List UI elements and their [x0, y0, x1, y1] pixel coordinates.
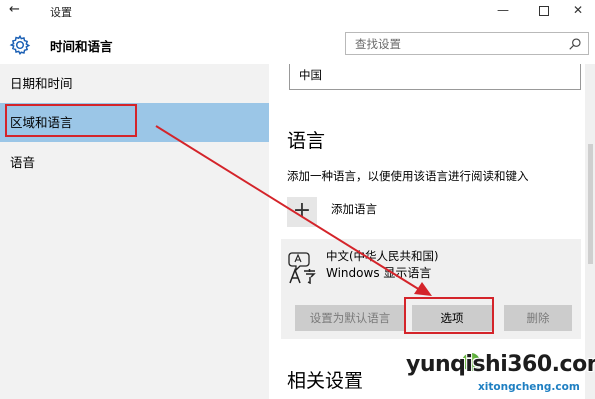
- language-description: 添加一种语言，以便使用该语言进行阅读和键入: [287, 169, 529, 183]
- highlight-options-button: [404, 297, 494, 334]
- related-settings-heading: 相关设置: [287, 370, 364, 392]
- title-bar: ← 设置 — ✕: [0, 0, 595, 22]
- set-default-language-button[interactable]: 设置为默认语言: [295, 305, 405, 331]
- scrollbar-thumb[interactable]: [588, 144, 593, 264]
- watermark-text: yunqishi360.com: [406, 352, 595, 377]
- close-button[interactable]: ✕: [561, 0, 595, 22]
- maximize-icon: [539, 5, 549, 16]
- search-box[interactable]: [345, 32, 589, 55]
- sidebar-item-speech[interactable]: 语音: [0, 143, 269, 182]
- maximize-button[interactable]: [527, 0, 561, 22]
- language-name: 中文(中华人民共和国): [326, 249, 439, 263]
- highlight-region-language: [5, 104, 137, 137]
- minimize-button[interactable]: —: [486, 0, 520, 22]
- page-header: 时间和语言: [0, 22, 595, 64]
- region-dropdown[interactable]: 中国: [289, 64, 581, 90]
- sidebar-item-date-time[interactable]: 日期和时间: [0, 64, 269, 103]
- language-subtitle: Windows 显示语言: [326, 266, 432, 280]
- window-title: 设置: [50, 6, 72, 19]
- watermark-subtext: xitongcheng.com: [478, 381, 580, 393]
- remove-button[interactable]: 删除: [504, 305, 572, 331]
- search-icon[interactable]: [568, 37, 582, 51]
- gear-icon: [9, 34, 31, 55]
- main-content: 中国 语言 添加一种语言，以便使用该语言进行阅读和键入 + 添加语言 中文(中华…: [269, 64, 595, 399]
- language-heading: 语言: [287, 130, 326, 152]
- search-input[interactable]: [346, 33, 556, 55]
- add-language-label: 添加语言: [331, 202, 377, 216]
- language-icon: [288, 252, 316, 284]
- scrollbar[interactable]: [585, 64, 595, 399]
- back-arrow-icon[interactable]: ←: [9, 1, 20, 19]
- plus-icon: +: [287, 197, 317, 227]
- page-title: 时间和语言: [50, 39, 113, 54]
